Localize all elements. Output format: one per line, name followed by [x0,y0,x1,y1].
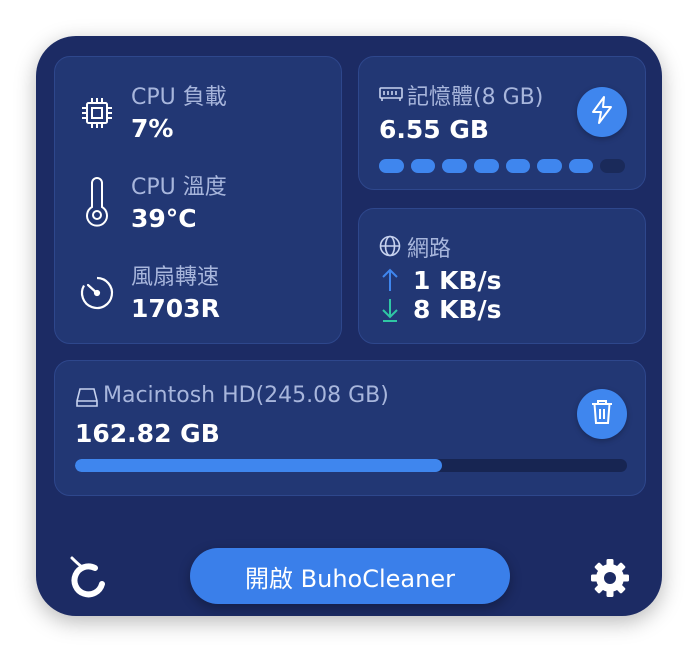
memory-bar-segment [442,159,467,173]
widget-window: CPU 負載 7% CPU 溫度 39°C 風扇轉速 1703R 記憶體(8 G… [36,36,662,616]
memory-bar-segment [505,159,531,173]
memory-label: 記憶體(8 GB) [407,85,544,110]
memory-bar-segment [410,159,436,173]
disk-label: Macintosh HD(245.08 GB) [103,383,389,408]
disk-card: Macintosh HD(245.08 GB) 162.82 GB [54,360,646,496]
network-card: 網路 1 KB/s 8 KB/s [358,208,646,344]
memory-bar-segment [473,159,499,173]
cpu-temp-value: 39°C [131,204,197,233]
memory-value: 6.55 GB [379,115,489,144]
memory-bar-segment [379,159,404,173]
fan-gauge-icon [79,275,115,311]
open-buhocleaner-button[interactable]: 開啟 BuhoCleaner [190,548,510,604]
gear-icon[interactable] [588,556,632,600]
download-speed-value: 8 KB/s [413,295,502,324]
disk-usage-fill [75,459,442,472]
fan-speed-value: 1703R [131,294,220,323]
memory-bar-segment [600,159,625,173]
memory-bar-segment [568,159,594,173]
lightning-icon [589,95,615,129]
buho-logo-icon[interactable] [68,554,108,598]
cpu-load-value: 7% [131,114,174,143]
upload-speed-value: 1 KB/s [413,266,502,295]
network-label: 網路 [407,237,452,262]
cpu-card: CPU 負載 7% CPU 溫度 39°C 風扇轉速 1703R [54,56,342,344]
memory-card: 記憶體(8 GB) 6.55 GB [358,56,646,190]
disk-usage-bar [75,459,627,472]
thermometer-icon [83,177,111,227]
disk-used-value: 162.82 GB [75,419,220,448]
cpu-temp-label: CPU 溫度 [131,175,227,200]
memory-bar-segment [537,159,562,173]
globe-icon [379,235,401,257]
memory-icon [379,86,403,102]
cpu-load-label: CPU 負載 [131,85,227,110]
fan-speed-label: 風扇轉速 [131,265,220,290]
disk-icon [75,387,99,409]
memory-boost-button[interactable] [577,87,627,137]
disk-clean-button[interactable] [577,389,627,439]
chip-icon [79,95,115,131]
arrow-down-icon [381,297,399,323]
memory-usage-bar [379,159,625,173]
trash-icon [590,398,614,430]
arrow-up-icon [381,267,399,293]
